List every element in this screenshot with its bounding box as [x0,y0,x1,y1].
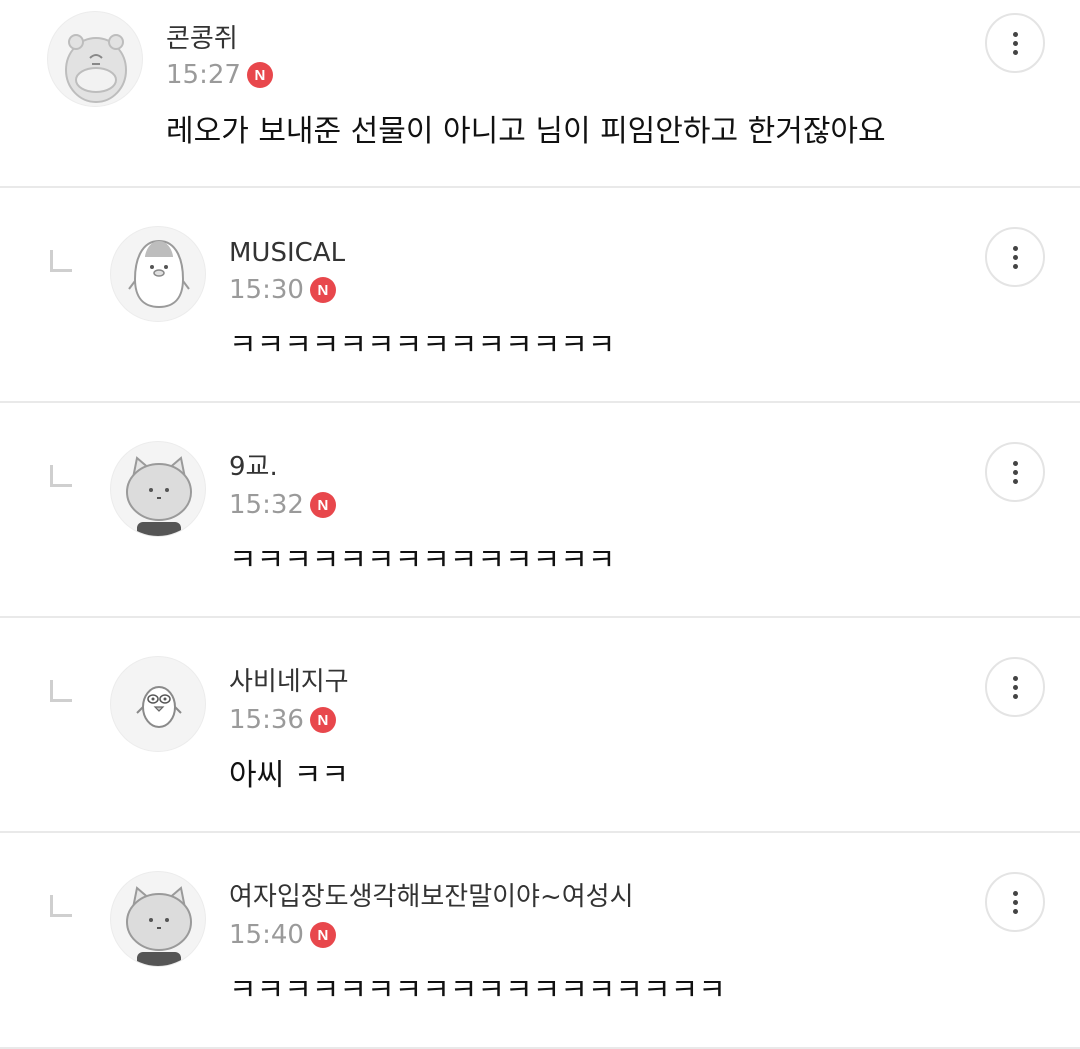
cat-avatar-icon[interactable] [110,441,206,537]
comment-text: ㅋㅋㅋㅋㅋㅋㅋㅋㅋㅋㅋㅋㅋㅋ [229,543,616,578]
comment-time: 15:27 [166,60,241,90]
more-icon [1012,675,1018,681]
reply-item: 사비네지구 15:36 N 아씨 ㅋㅋ [0,618,1080,833]
comment-meta: 15:30 N [229,277,336,303]
more-icon [1012,890,1018,896]
new-badge: N [309,277,336,303]
reply-arrow-icon [50,250,72,272]
comment-time: 15:32 [229,490,304,520]
new-badge: N [309,707,336,733]
penguin-avatar-icon[interactable] [110,226,206,322]
reply-arrow-icon [50,465,72,487]
comment-text: 레오가 보내준 선물이 아니고 님이 피임안하고 한거잖아요 [166,114,886,149]
more-options-button[interactable] [985,442,1045,502]
more-icon [1012,245,1018,251]
comment-time: 15:30 [229,275,304,305]
more-options-button[interactable] [985,13,1045,73]
comment-meta: 15:27 N [166,62,273,88]
comment-item: 콘콩쥐 15:27 N 레오가 보내준 선물이 아니고 님이 피임안하고 한거잖… [0,0,1080,188]
more-options-button[interactable] [985,872,1045,932]
reply-item: MUSICAL 15:30 N ㅋㅋㅋㅋㅋㅋㅋㅋㅋㅋㅋㅋㅋㅋ [0,188,1080,403]
comment-nickname[interactable]: 콘콩쥐 [166,26,238,52]
comment-text: ㅋㅋㅋㅋㅋㅋㅋㅋㅋㅋㅋㅋㅋㅋㅋㅋㅋㅋ [229,973,726,1008]
comment-meta: 15:36 N [229,707,336,733]
more-icon [1012,460,1018,466]
bird-avatar-icon[interactable] [110,656,206,752]
hamster-avatar-icon[interactable] [47,11,143,107]
comment-nickname[interactable]: 9교. [229,454,278,480]
comment-nickname[interactable]: 사비네지구 [229,669,349,695]
reply-item: 9교. 15:32 N ㅋㅋㅋㅋㅋㅋㅋㅋㅋㅋㅋㅋㅋㅋ [0,403,1080,618]
comment-nickname[interactable]: MUSICAL [229,240,345,266]
comment-nickname[interactable]: 여자입장도생각해보잔말이야~여성시 [229,884,634,910]
reply-arrow-icon [50,895,72,917]
new-badge: N [246,62,273,88]
new-badge: N [309,922,336,948]
comment-meta: 15:40 N [229,922,336,948]
reply-item: 여자입장도생각해보잔말이야~여성시 15:40 N ㅋㅋㅋㅋㅋㅋㅋㅋㅋㅋㅋㅋㅋㅋ… [0,833,1080,1049]
more-options-button[interactable] [985,657,1045,717]
comment-time: 15:36 [229,705,304,735]
more-options-button[interactable] [985,227,1045,287]
comment-time: 15:40 [229,920,304,950]
more-icon [1012,31,1018,37]
new-badge: N [309,492,336,518]
comment-meta: 15:32 N [229,492,336,518]
reply-arrow-icon [50,680,72,702]
comment-text: ㅋㅋㅋㅋㅋㅋㅋㅋㅋㅋㅋㅋㅋㅋ [229,328,616,363]
comment-text: 아씨 ㅋㅋ [229,758,349,793]
cat-avatar-icon[interactable] [110,871,206,967]
